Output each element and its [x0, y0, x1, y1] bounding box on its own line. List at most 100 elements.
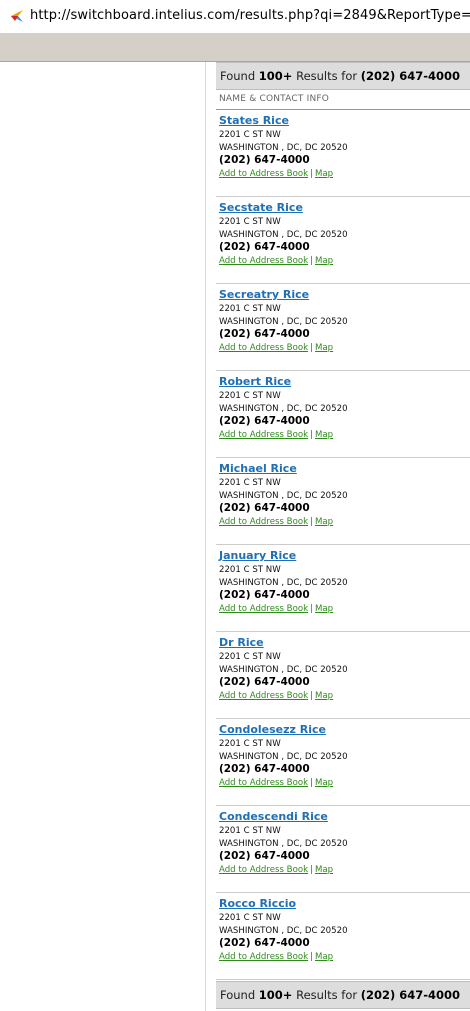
result-item: Secstate Rice 2201 C ST NW WASHINGTON , …	[216, 197, 470, 284]
link-separator: |	[310, 342, 313, 353]
result-city: WASHINGTON , DC, DC 20520	[219, 490, 348, 501]
result-city: WASHINGTON , DC, DC 20520	[219, 751, 348, 762]
result-actions: Add to Address Book | Map	[219, 603, 470, 615]
found-results-footer: Found 100+ Results for (202) 647-4000	[216, 981, 470, 1009]
result-phone: (202) 647-4000	[219, 327, 310, 340]
result-street: 2201 C ST NW	[219, 652, 281, 663]
add-to-address-book-link[interactable]: Add to Address Book	[219, 691, 308, 701]
result-name-link[interactable]: Dr Rice	[219, 636, 264, 649]
result-name-link[interactable]: Rocco Riccio	[219, 897, 296, 910]
add-to-address-book-link[interactable]: Add to Address Book	[219, 169, 308, 179]
result-actions: Add to Address Book | Map	[219, 777, 470, 789]
result-street: 2201 C ST NW	[219, 913, 281, 924]
result-item: January Rice 2201 C ST NW WASHINGTON , D…	[216, 545, 470, 632]
result-city: WASHINGTON , DC, DC 20520	[219, 316, 348, 327]
link-separator: |	[310, 864, 313, 875]
result-street: 2201 C ST NW	[219, 217, 281, 228]
result-phone: (202) 647-4000	[219, 414, 310, 427]
result-phone: (202) 647-4000	[219, 501, 310, 514]
result-actions: Add to Address Book | Map	[219, 690, 470, 702]
map-link[interactable]: Map	[315, 952, 333, 962]
result-item: Secreatry Rice 2201 C ST NW WASHINGTON ,…	[216, 284, 470, 371]
result-name-link[interactable]: Secreatry Rice	[219, 288, 309, 301]
result-phone: (202) 647-4000	[219, 588, 310, 601]
intelius-favicon-icon	[11, 10, 23, 22]
result-name-link[interactable]: Robert Rice	[219, 375, 291, 388]
result-item: Rocco Riccio 2201 C ST NW WASHINGTON , D…	[216, 893, 470, 980]
result-actions: Add to Address Book | Map	[219, 864, 470, 876]
link-separator: |	[310, 429, 313, 440]
map-link[interactable]: Map	[315, 430, 333, 440]
result-item: Michael Rice 2201 C ST NW WASHINGTON , D…	[216, 458, 470, 545]
result-actions: Add to Address Book | Map	[219, 429, 470, 441]
result-city: WASHINGTON , DC, DC 20520	[219, 838, 348, 849]
link-separator: |	[310, 168, 313, 179]
add-to-address-book-link[interactable]: Add to Address Book	[219, 952, 308, 962]
map-link[interactable]: Map	[315, 604, 333, 614]
map-link[interactable]: Map	[315, 691, 333, 701]
result-phone: (202) 647-4000	[219, 762, 310, 775]
found-prefix: Found	[220, 69, 256, 83]
result-item: Condolesezz Rice 2201 C ST NW WASHINGTON…	[216, 719, 470, 806]
add-to-address-book-link[interactable]: Add to Address Book	[219, 430, 308, 440]
result-street: 2201 C ST NW	[219, 391, 281, 402]
result-item: States Rice 2201 C ST NW WASHINGTON , DC…	[216, 110, 470, 197]
result-name-link[interactable]: Michael Rice	[219, 462, 297, 475]
results-panel: Found 100+ Results for (202) 647-4000 NA…	[216, 62, 470, 1011]
map-link[interactable]: Map	[315, 343, 333, 353]
add-to-address-book-link[interactable]: Add to Address Book	[219, 343, 308, 353]
result-name-link[interactable]: States Rice	[219, 114, 289, 127]
add-to-address-book-link[interactable]: Add to Address Book	[219, 604, 308, 614]
result-phone: (202) 647-4000	[219, 153, 310, 166]
result-city: WASHINGTON , DC, DC 20520	[219, 403, 348, 414]
result-actions: Add to Address Book | Map	[219, 951, 470, 963]
link-separator: |	[310, 777, 313, 788]
link-separator: |	[310, 516, 313, 527]
result-actions: Add to Address Book | Map	[219, 168, 470, 180]
search-phone: (202) 647-4000	[360, 69, 461, 83]
found-count: 100+	[258, 988, 293, 1002]
browser-toolbar	[0, 34, 470, 62]
map-link[interactable]: Map	[315, 517, 333, 527]
result-phone: (202) 647-4000	[219, 675, 310, 688]
add-to-address-book-link[interactable]: Add to Address Book	[219, 256, 308, 266]
search-phone: (202) 647-4000	[360, 988, 461, 1002]
result-name-link[interactable]: Condolesezz Rice	[219, 723, 326, 736]
result-city: WASHINGTON , DC, DC 20520	[219, 577, 348, 588]
add-to-address-book-link[interactable]: Add to Address Book	[219, 865, 308, 875]
result-street: 2201 C ST NW	[219, 739, 281, 750]
address-bar[interactable]: http://switchboard.intelius.com/results.…	[0, 0, 470, 34]
result-actions: Add to Address Book | Map	[219, 255, 470, 267]
result-item: Condescendi Rice 2201 C ST NW WASHINGTON…	[216, 806, 470, 893]
result-street: 2201 C ST NW	[219, 826, 281, 837]
result-phone: (202) 647-4000	[219, 849, 310, 862]
result-name-link[interactable]: Condescendi Rice	[219, 810, 328, 823]
result-city: WASHINGTON , DC, DC 20520	[219, 925, 348, 936]
link-separator: |	[310, 603, 313, 614]
result-city: WASHINGTON , DC, DC 20520	[219, 142, 348, 153]
found-count: 100+	[258, 69, 293, 83]
result-phone: (202) 647-4000	[219, 936, 310, 949]
result-item: Dr Rice 2201 C ST NW WASHINGTON , DC, DC…	[216, 632, 470, 719]
map-link[interactable]: Map	[315, 256, 333, 266]
left-pane	[0, 62, 205, 1011]
result-actions: Add to Address Book | Map	[219, 342, 470, 354]
result-name-link[interactable]: January Rice	[219, 549, 296, 562]
result-street: 2201 C ST NW	[219, 304, 281, 315]
add-to-address-book-link[interactable]: Add to Address Book	[219, 517, 308, 527]
map-link[interactable]: Map	[315, 778, 333, 788]
map-link[interactable]: Map	[315, 169, 333, 179]
result-phone: (202) 647-4000	[219, 240, 310, 253]
result-name-link[interactable]: Secstate Rice	[219, 201, 303, 214]
result-item: Robert Rice 2201 C ST NW WASHINGTON , DC…	[216, 371, 470, 458]
result-city: WASHINGTON , DC, DC 20520	[219, 664, 348, 675]
map-link[interactable]: Map	[315, 865, 333, 875]
result-street: 2201 C ST NW	[219, 130, 281, 141]
link-separator: |	[310, 255, 313, 266]
url-text[interactable]: http://switchboard.intelius.com/results.…	[30, 8, 470, 23]
result-actions: Add to Address Book | Map	[219, 516, 470, 528]
result-street: 2201 C ST NW	[219, 565, 281, 576]
results-for-label: Results for	[296, 988, 358, 1002]
link-separator: |	[310, 690, 313, 701]
add-to-address-book-link[interactable]: Add to Address Book	[219, 778, 308, 788]
